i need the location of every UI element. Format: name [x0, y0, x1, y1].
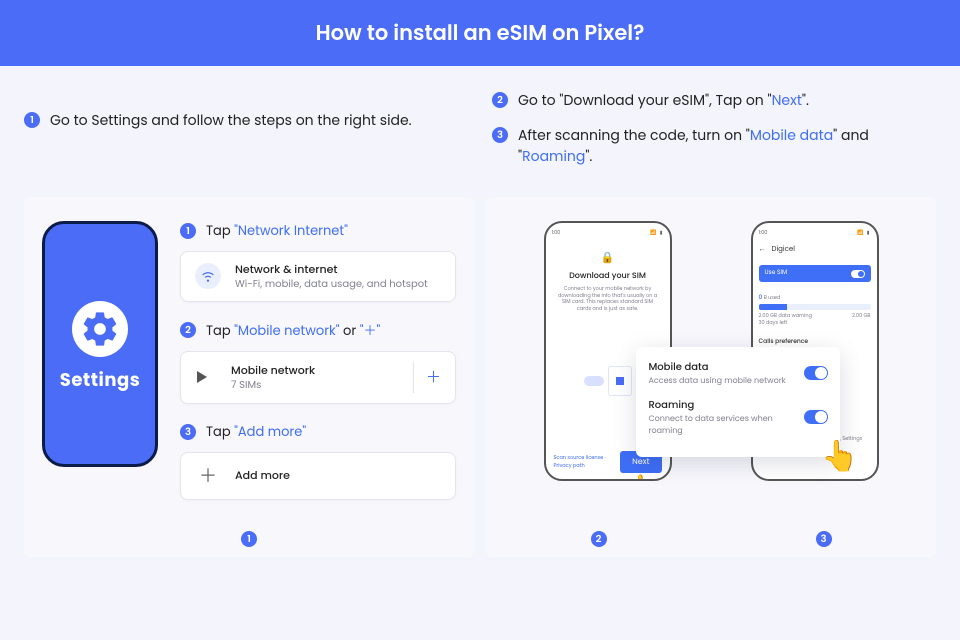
- title-banner: How to install an eSIM on Pixel?: [0, 0, 960, 66]
- panels-row: Settings 1 Tap "Network Internet" Networ…: [24, 197, 936, 557]
- panel-2: 1:00📶 ▮ 🔒 Download your SIM Connect to y…: [486, 197, 936, 557]
- roaming-label: Roaming: [648, 397, 694, 412]
- mini-badge-2: 2: [180, 322, 196, 338]
- mobile-data-toggle[interactable]: [804, 366, 828, 380]
- panel-1: Settings 1 Tap "Network Internet" Networ…: [24, 197, 474, 557]
- download-title: Download your SIM: [569, 270, 646, 282]
- status-bar-2: 1:00📶 ▮: [759, 229, 871, 237]
- cloud-icon: [584, 376, 604, 386]
- toggle-on-icon: [851, 270, 865, 278]
- step2-text: Tap "Mobile network" or "＋": [206, 320, 380, 341]
- intro-line-2: Go to "Download your eSIM", Tap on "Next…: [518, 90, 809, 111]
- gear-icon: [72, 301, 128, 357]
- wifi-icon: [195, 263, 221, 289]
- step-badge-3: 3: [492, 127, 508, 143]
- step-badge-1: 1: [24, 112, 40, 128]
- plus-plain-icon: ＋: [195, 463, 221, 489]
- toggle-callout: Mobile dataAccess data using mobile netw…: [636, 347, 840, 457]
- back-icon[interactable]: ←: [759, 245, 766, 255]
- pointing-hand-icon: 👆: [626, 469, 661, 481]
- panel2-footer-badge-2: 2: [591, 531, 607, 547]
- lock-icon: 🔒: [601, 249, 615, 266]
- page-title: How to install an eSIM on Pixel?: [316, 18, 645, 49]
- intro-right: 2 Go to "Download your eSIM", Tap on "Ne…: [492, 90, 936, 181]
- step1-text: Tap "Network Internet": [206, 221, 348, 241]
- mobile-network-row[interactable]: Mobile network7 SIMs ＋: [180, 351, 456, 404]
- data-usage: 0 B used 2.00 GB data warning2.00 GB 30 …: [759, 294, 871, 326]
- intro-line-3: After scanning the code, turn on "Mobile…: [518, 125, 936, 167]
- intro-left-text: Go to Settings and follow the steps on t…: [50, 110, 412, 131]
- panel1-steps: 1 Tap "Network Internet" Network & inter…: [180, 221, 456, 518]
- step3-text: Tap "Add more": [206, 422, 306, 442]
- carrier-name: Digicel: [772, 245, 795, 255]
- page-body: 1 Go to Settings and follow the steps on…: [0, 66, 960, 640]
- footer-links[interactable]: Scan source license · Privacy path: [554, 454, 621, 470]
- sim-card-icon: [608, 366, 632, 396]
- mini-badge-3: 3: [180, 424, 196, 440]
- intro-left: 1 Go to Settings and follow the steps on…: [24, 90, 468, 181]
- intro-row: 1 Go to Settings and follow the steps on…: [24, 90, 936, 181]
- use-sim-toggle-row[interactable]: Use SIM: [759, 265, 871, 282]
- plus-icon[interactable]: ＋: [413, 362, 441, 393]
- signal-icon: [197, 371, 217, 383]
- settings-phone-mock: Settings: [42, 221, 158, 467]
- step-badge-2: 2: [492, 92, 508, 108]
- roaming-toggle[interactable]: [804, 410, 828, 424]
- pointing-hand-icon-2: 👆: [821, 433, 858, 479]
- mini-badge-1: 1: [180, 223, 196, 239]
- panel2-footer-badge-3: 3: [816, 531, 832, 547]
- status-bar: 1:00📶 ▮: [552, 229, 664, 237]
- panel1-footer-badge: 1: [241, 531, 257, 547]
- download-sub: Connect to your mobile network by downlo…: [552, 286, 664, 312]
- settings-label: Settings: [60, 367, 140, 394]
- mobile-data-label: Mobile data: [648, 359, 708, 374]
- add-more-row[interactable]: ＋ Add more: [180, 452, 456, 500]
- network-internet-row[interactable]: Network & internetWi-Fi, mobile, data us…: [180, 251, 456, 302]
